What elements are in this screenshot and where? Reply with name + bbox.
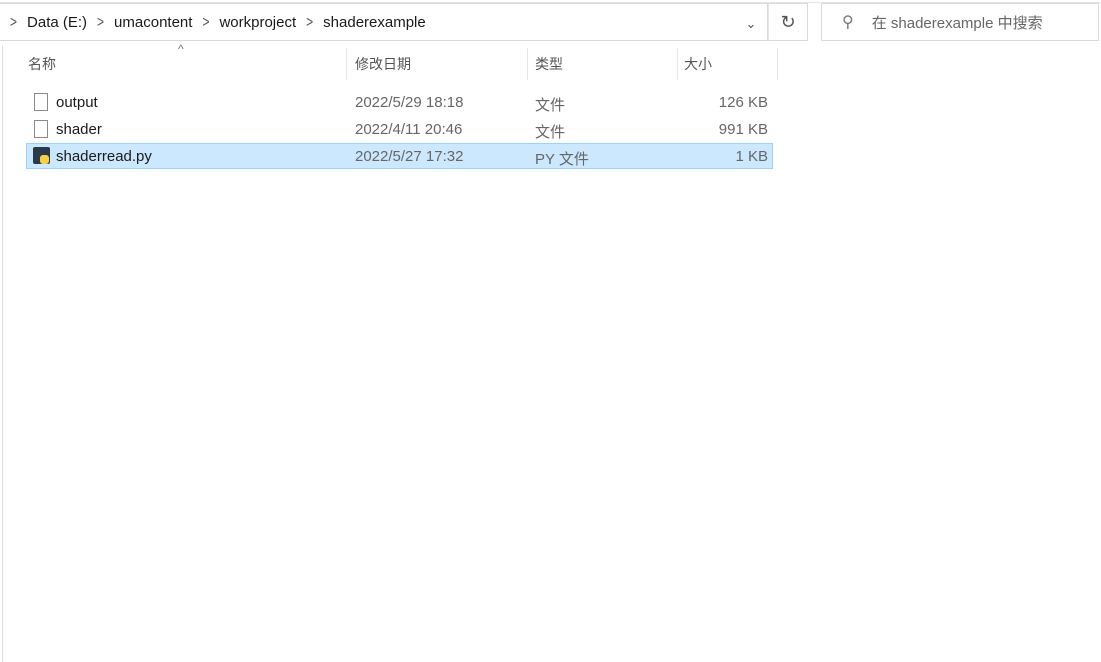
python-file-icon [33,147,50,164]
file-type: 文件 [535,124,566,141]
refresh-icon: ↻ [780,11,796,32]
file-type: 文件 [535,97,566,114]
file-size: 1 KB [735,148,768,165]
chevron-right-icon[interactable]: > [10,13,17,31]
chevron-right-icon[interactable]: > [306,13,313,31]
search-placeholder: 在 shaderexample 中搜索 [871,14,1043,32]
breadcrumb-umacontent[interactable]: umacontent [114,14,192,31]
column-header-name-label: 名称 [28,56,56,72]
file-date: 2022/4/11 20:46 [355,121,463,138]
file-icon [34,93,48,111]
file-name: shaderread.py [56,148,152,165]
file-icon [34,120,48,138]
column-header-name[interactable]: 名称 [20,48,346,80]
file-type: PY 文件 [535,151,589,168]
column-header-size-label: 大小 [684,56,712,72]
chevron-down-icon[interactable]: ⌄ [740,16,762,36]
address-bar[interactable]: > Data (E:) > umacontent > workproject > sha… [0,3,768,41]
search-icon: ⚲ [842,14,854,31]
file-size: 991 KB [718,121,768,138]
column-header-date-label: 修改日期 [355,56,411,72]
file-row-output[interactable]: output 2022/5/29 18:18 文件 126 KB [26,89,773,115]
column-header-type-label: 类型 [535,56,563,72]
file-date: 2022/5/29 18:18 [355,94,464,111]
chevron-right-icon[interactable]: > [97,13,104,31]
breadcrumb-data-drive[interactable]: Data (E:) [27,14,87,31]
refresh-button[interactable]: ↻ [768,3,808,41]
file-date: 2022/5/27 17:32 [355,148,464,165]
navigation-pane-border [2,46,3,662]
file-row-shader[interactable]: shader 2022/4/11 20:46 文件 991 KB [26,116,773,142]
file-size: 126 KB [718,94,768,111]
breadcrumb-shaderexample[interactable]: shaderexample [323,14,426,31]
chevron-right-icon[interactable]: > [202,13,209,31]
file-name: output [56,94,98,111]
column-header-size[interactable]: 大小 [676,48,776,80]
file-row-shaderread-py[interactable]: shaderread.py 2022/5/27 17:32 PY 文件 1 KB [26,143,773,169]
column-header-date[interactable]: 修改日期 [347,48,527,80]
column-divider[interactable] [777,48,778,80]
column-header-type[interactable]: 类型 [527,48,677,80]
file-name: shader [56,121,102,138]
search-input[interactable]: ⚲ 在 shaderexample 中搜索 [821,3,1099,41]
breadcrumb-workproject[interactable]: workproject [219,14,296,31]
